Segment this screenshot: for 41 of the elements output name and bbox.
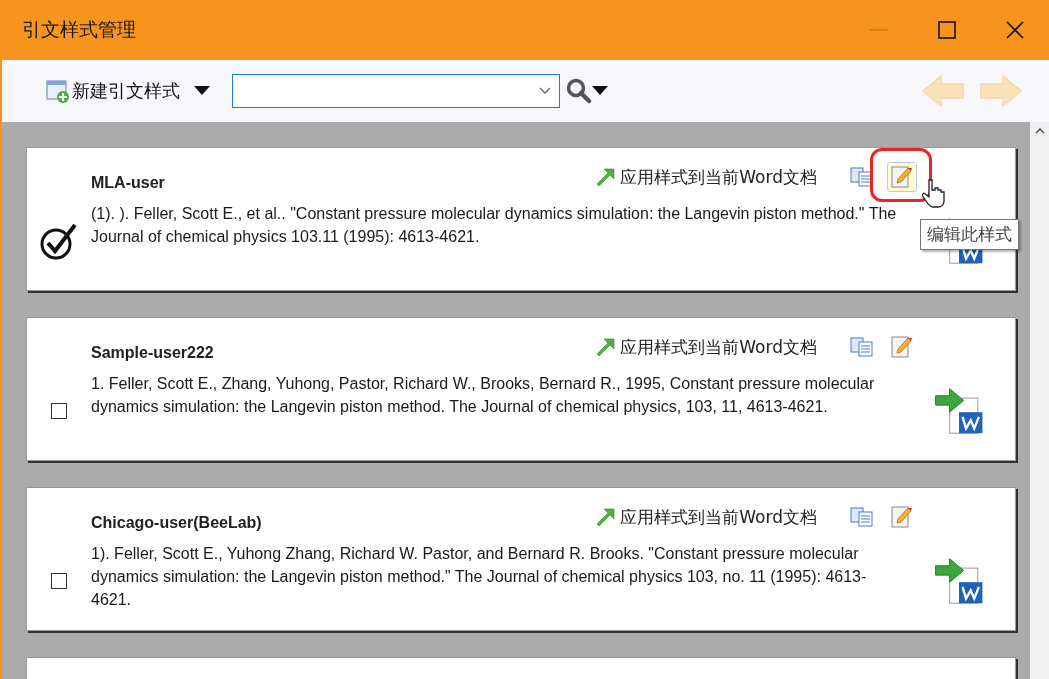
checked-circle-icon[interactable] xyxy=(39,221,79,261)
copy-icon xyxy=(850,507,874,527)
search-icon xyxy=(566,78,592,104)
apply-style-link[interactable]: 应用样式到当前Word文档 xyxy=(596,165,817,189)
diagonal-arrow-icon xyxy=(596,337,617,357)
hand-cursor-icon xyxy=(922,178,946,208)
style-name: Chicago-user(BeeLab) xyxy=(91,513,263,532)
minimize-icon xyxy=(870,29,888,31)
dropdown-caret-icon xyxy=(194,86,210,96)
scroll-up-icon xyxy=(1034,128,1045,134)
export-to-document-button[interactable] xyxy=(935,388,983,434)
pencil-icon xyxy=(891,335,913,359)
checkbox[interactable] xyxy=(51,573,67,589)
dropdown-caret-icon xyxy=(592,86,608,96)
pencil-icon xyxy=(891,505,913,529)
checkbox[interactable] xyxy=(51,403,67,419)
copy-icon xyxy=(850,337,874,357)
diagonal-arrow-icon xyxy=(596,507,617,527)
search-field[interactable] xyxy=(232,74,560,108)
window-title: 引文样式管理 xyxy=(22,17,137,42)
maximize-icon xyxy=(938,21,956,39)
export-to-document-button[interactable] xyxy=(935,558,983,604)
search-button[interactable] xyxy=(566,78,608,104)
pencil-icon xyxy=(891,165,913,189)
apply-style-link[interactable]: 应用样式到当前Word文档 xyxy=(596,505,817,529)
style-name: Sample-user222 xyxy=(91,343,215,362)
export-to-document-icon xyxy=(935,558,983,604)
edit-style-button[interactable] xyxy=(887,162,917,192)
document-plus-icon xyxy=(46,79,70,103)
citation-preview: 1. Feller, Scott E., Zhang, Yuhong, Pastor, Richard W., Brooks, Bernard R., 1995, Constant pressure molecular dynamics simulation: the Langevin piston method. The Journal of chemical physics, 103, 11, 4613-4621. xyxy=(91,374,876,417)
chevron-down-icon xyxy=(539,87,551,95)
tooltip: 编辑此样式 xyxy=(920,219,1019,250)
citation-preview: (1). ). Feller, Scott E., et al.. "Constant pressure molecular dynamics simulation: the Langevin piston method." The Journal of chemical physics 103.11 (1995): 4613-4621. xyxy=(91,204,898,247)
export-to-document-icon xyxy=(935,388,983,434)
diagonal-arrow-icon xyxy=(596,167,617,187)
scrollbar[interactable] xyxy=(1030,122,1049,679)
apply-style-link[interactable]: 应用样式到当前Word文档 xyxy=(596,335,817,359)
style-name: MLA-user xyxy=(91,173,166,192)
new-style-button[interactable]: 新建引文样式 xyxy=(46,79,210,103)
close-icon xyxy=(1006,21,1024,39)
citation-preview: 1). Feller, Scott E., Yuhong Zhang, Richard W. Pastor, and Bernard R. Brooks. "Constant pressure molecular dynamics simulation: the Langevin piston method." The Journal of chemical physics 103, no. 11 (1995): 4613-4621. xyxy=(91,544,868,610)
